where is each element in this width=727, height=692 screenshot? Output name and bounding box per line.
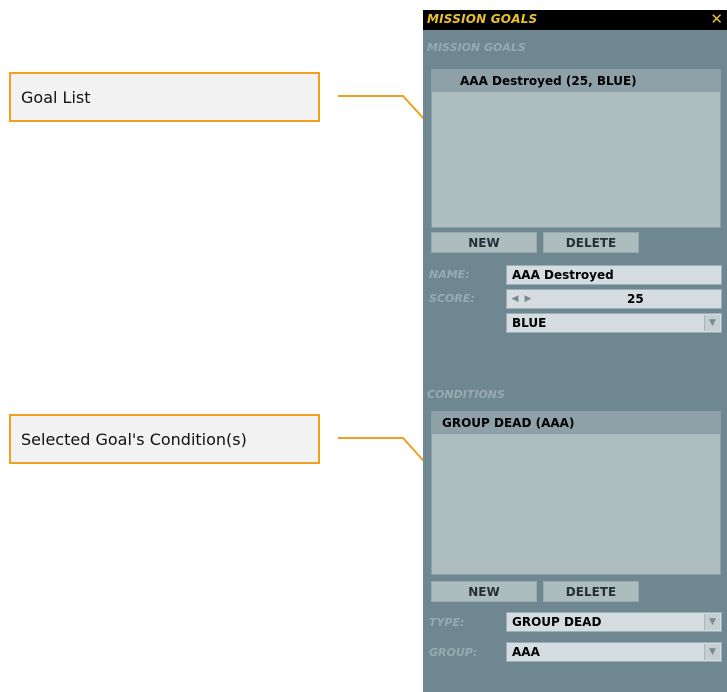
new-goal-button[interactable]: NEW xyxy=(431,232,537,253)
type-select-value: GROUP DEAD xyxy=(512,615,602,629)
group-select-value: AAA xyxy=(512,645,540,659)
close-icon[interactable]: ✕ xyxy=(710,10,723,28)
chevron-left-icon[interactable]: ◀ xyxy=(509,291,521,307)
goal-list[interactable]: AAA Destroyed (25, BLUE) xyxy=(431,69,721,228)
conditions-section-label: CONDITIONS xyxy=(427,388,505,401)
callout-conditions-text: Selected Goal's Condition(s) xyxy=(21,430,247,449)
group-label: GROUP: xyxy=(429,646,478,659)
callout-goal-list-text: Goal List xyxy=(21,88,91,107)
name-label: NAME: xyxy=(429,268,470,281)
new-condition-button[interactable]: NEW xyxy=(431,581,537,602)
goals-section-label: MISSION GOALS xyxy=(427,41,526,54)
callout-goal-list: Goal List xyxy=(9,72,320,122)
conditions-list[interactable]: GROUP DEAD (AAA) xyxy=(431,411,721,575)
score-stepper[interactable]: ◀ ▶ 25 xyxy=(506,289,722,309)
type-select[interactable]: GROUP DEAD ▼ xyxy=(506,612,722,632)
score-label: SCORE: xyxy=(429,292,475,305)
list-item[interactable]: AAA Destroyed (25, BLUE) xyxy=(432,70,720,92)
type-label: TYPE: xyxy=(429,616,465,629)
panel-title: MISSION GOALS xyxy=(427,12,538,26)
coalition-select-value: BLUE xyxy=(512,316,547,330)
delete-condition-button[interactable]: DELETE xyxy=(543,581,639,602)
chevron-down-icon: ▼ xyxy=(704,315,720,331)
chevron-right-icon[interactable]: ▶ xyxy=(522,291,534,307)
panel-titlebar: MISSION GOALS ✕ xyxy=(423,10,727,30)
group-select[interactable]: AAA ▼ xyxy=(506,642,722,662)
score-value: 25 xyxy=(627,292,644,306)
chevron-down-icon: ▼ xyxy=(704,644,720,660)
list-item[interactable]: GROUP DEAD (AAA) xyxy=(432,412,720,434)
name-field[interactable]: AAA Destroyed xyxy=(506,265,722,285)
mission-goals-panel: MISSION GOALS ✕ MISSION GOALS AAA Destro… xyxy=(423,10,727,692)
coalition-select[interactable]: BLUE ▼ xyxy=(506,313,722,333)
name-field-value: AAA Destroyed xyxy=(512,268,614,282)
callout-conditions: Selected Goal's Condition(s) xyxy=(9,414,320,464)
chevron-down-icon: ▼ xyxy=(704,614,720,630)
delete-goal-button[interactable]: DELETE xyxy=(543,232,639,253)
